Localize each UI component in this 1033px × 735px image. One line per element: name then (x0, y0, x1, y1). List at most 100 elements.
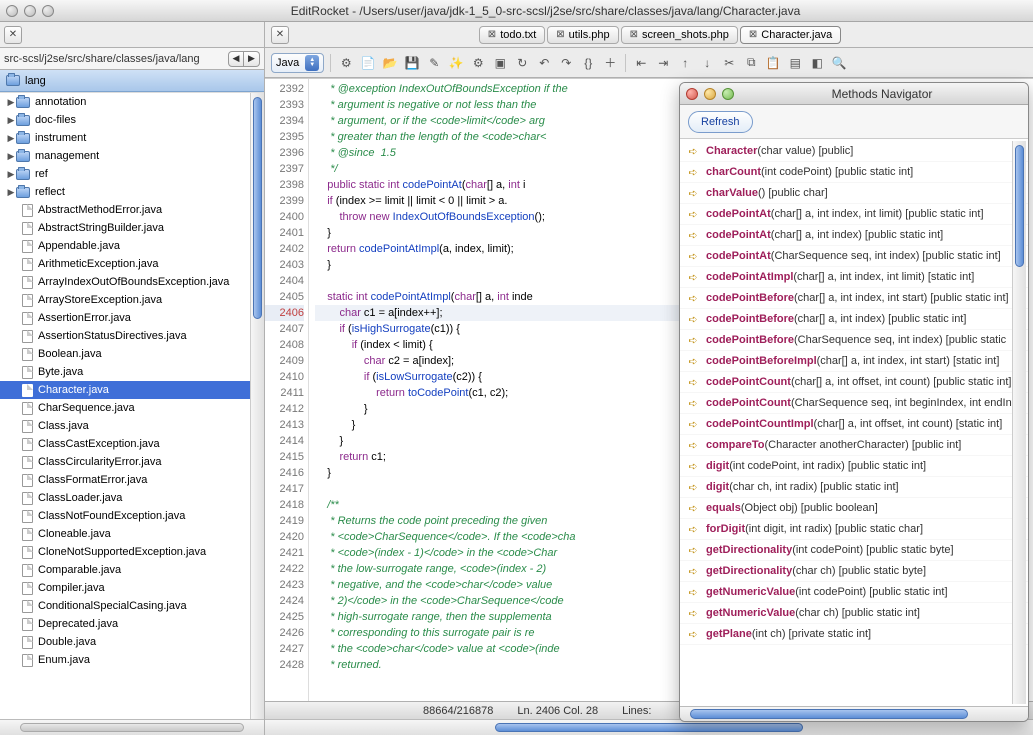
disclosure-triangle-icon[interactable]: ▶ (6, 133, 16, 144)
refresh-button[interactable]: Refresh (688, 111, 753, 133)
tree-folder[interactable]: ▶doc-files (0, 111, 264, 129)
save-icon[interactable]: 💾 (403, 54, 421, 72)
close-tab-icon[interactable]: ⊠ (556, 29, 564, 40)
indent-right-icon[interactable]: ⇥ (654, 54, 672, 72)
tree-file[interactable]: CloneNotSupportedException.java (0, 543, 264, 561)
tree-file[interactable]: AbstractStringBuilder.java (0, 219, 264, 237)
minimize-window-button[interactable] (24, 5, 36, 17)
editor-tab[interactable]: ⊠Character.java (740, 26, 841, 44)
method-row[interactable]: ➪getDirectionality(int codePoint) [publi… (680, 540, 1028, 561)
tree-folder[interactable]: ▶management (0, 147, 264, 165)
disclosure-triangle-icon[interactable]: ▶ (6, 187, 16, 198)
method-row[interactable]: ➪getDirectionality(char ch) [public stat… (680, 561, 1028, 582)
method-row[interactable]: ➪compareTo(Character anotherCharacter) [… (680, 435, 1028, 456)
window-icon[interactable]: ◧ (808, 54, 826, 72)
open-folder-icon[interactable]: 📂 (381, 54, 399, 72)
current-folder-header[interactable]: lang (0, 70, 264, 92)
tree-file[interactable]: CharSequence.java (0, 399, 264, 417)
cut-icon[interactable]: ✂ (720, 54, 738, 72)
methods-list[interactable]: ➪Character(char value) [public]➪charCoun… (680, 139, 1028, 706)
add-icon[interactable]: ＋ (601, 54, 619, 72)
tree-file[interactable]: AbstractMethodError.java (0, 201, 264, 219)
method-row[interactable]: ➪charValue() [public char] (680, 183, 1028, 204)
tree-folder[interactable]: ▶annotation (0, 93, 264, 111)
tree-file[interactable]: Comparable.java (0, 561, 264, 579)
doc-icon[interactable]: ▤ (786, 54, 804, 72)
tree-horizontal-scrollbar[interactable] (0, 719, 264, 735)
method-row[interactable]: ➪equals(Object obj) [public boolean] (680, 498, 1028, 519)
tree-file[interactable]: Class.java (0, 417, 264, 435)
tree-file[interactable]: AssertionError.java (0, 309, 264, 327)
tree-file[interactable]: Enum.java (0, 651, 264, 669)
tree-file[interactable]: AssertionStatusDirectives.java (0, 327, 264, 345)
tree-file[interactable]: ArithmeticException.java (0, 255, 264, 273)
breadcrumb-path[interactable]: src-scsl/j2se/src/share/classes/java/lan… (4, 53, 226, 65)
search-icon[interactable]: 🔍 (830, 54, 848, 72)
editor-tab[interactable]: ⊠todo.txt (479, 26, 545, 44)
tree-file[interactable]: Double.java (0, 633, 264, 651)
refresh-icon[interactable]: ↻ (513, 54, 531, 72)
method-row[interactable]: ➪codePointCountImpl(char[] a, int offset… (680, 414, 1028, 435)
gear-icon[interactable]: ⚙ (469, 54, 487, 72)
navigator-close-button[interactable] (686, 88, 698, 100)
tree-file[interactable]: Boolean.java (0, 345, 264, 363)
method-row[interactable]: ➪codePointAt(CharSequence seq, int index… (680, 246, 1028, 267)
disclosure-triangle-icon[interactable]: ▶ (6, 97, 16, 108)
method-row[interactable]: ➪digit(int codePoint, int radix) [public… (680, 456, 1028, 477)
method-row[interactable]: ➪digit(char ch, int radix) [public stati… (680, 477, 1028, 498)
method-row[interactable]: ➪charCount(int codePoint) [public static… (680, 162, 1028, 183)
method-row[interactable]: ➪codePointBefore(char[] a, int index, in… (680, 288, 1028, 309)
edit-icon[interactable]: ✎ (425, 54, 443, 72)
tree-file[interactable]: Byte.java (0, 363, 264, 381)
method-row[interactable]: ➪getNumericValue(char ch) [public static… (680, 603, 1028, 624)
disclosure-triangle-icon[interactable]: ▶ (6, 151, 16, 162)
navigator-vertical-scrollbar[interactable] (1012, 141, 1026, 704)
method-row[interactable]: ➪codePointCount(char[] a, int offset, in… (680, 372, 1028, 393)
tree-folder[interactable]: ▶reflect (0, 183, 264, 201)
method-row[interactable]: ➪codePointAt(char[] a, int index, int li… (680, 204, 1028, 225)
tree-file[interactable]: Compiler.java (0, 579, 264, 597)
method-row[interactable]: ➪codePointAt(char[] a, int index) [publi… (680, 225, 1028, 246)
editor-tab[interactable]: ⊠screen_shots.php (621, 26, 738, 44)
copy-icon[interactable]: ⧉ (742, 54, 760, 72)
tree-file[interactable]: ClassCircularityError.java (0, 453, 264, 471)
close-window-button[interactable] (6, 5, 18, 17)
close-tab-icon[interactable]: ⊠ (630, 29, 638, 40)
editor-tab[interactable]: ⊠utils.php (547, 26, 618, 44)
method-row[interactable]: ➪Character(char value) [public] (680, 141, 1028, 162)
zoom-window-button[interactable] (42, 5, 54, 17)
braces-icon[interactable]: {} (579, 54, 597, 72)
method-row[interactable]: ➪codePointBefore(char[] a, int index) [p… (680, 309, 1028, 330)
paste-icon[interactable]: 📋 (764, 54, 782, 72)
tree-file[interactable]: ClassCastException.java (0, 435, 264, 453)
disclosure-triangle-icon[interactable]: ▶ (6, 169, 16, 180)
disclosure-triangle-icon[interactable]: ▶ (6, 115, 16, 126)
file-tree[interactable]: ▶annotation▶doc-files▶instrument▶managem… (0, 92, 264, 719)
close-tab-icon[interactable]: ⊠ (749, 29, 757, 40)
close-tab-icon[interactable]: ⊠ (488, 29, 496, 40)
tree-file[interactable]: ArrayIndexOutOfBoundsException.java (0, 273, 264, 291)
tree-file[interactable]: ClassNotFoundException.java (0, 507, 264, 525)
tool-icon-1[interactable]: ⚙ (337, 54, 355, 72)
close-editor-icon[interactable]: ✕ (271, 26, 289, 44)
indent-left-icon[interactable]: ⇤ (632, 54, 650, 72)
box-icon[interactable]: ▣ (491, 54, 509, 72)
undo-icon[interactable]: ↶ (535, 54, 553, 72)
tree-file[interactable]: ArrayStoreException.java (0, 291, 264, 309)
navigator-horizontal-scrollbar[interactable] (680, 706, 1028, 721)
tree-file[interactable]: ConditionalSpecialCasing.java (0, 597, 264, 615)
redo-icon[interactable]: ↷ (557, 54, 575, 72)
tree-folder[interactable]: ▶ref (0, 165, 264, 183)
close-panel-icon[interactable]: ✕ (4, 26, 22, 44)
method-row[interactable]: ➪codePointBeforeImpl(char[] a, int index… (680, 351, 1028, 372)
language-selector[interactable]: Java ▲▼ (271, 53, 324, 73)
tree-file[interactable]: Character.java (0, 381, 264, 399)
method-row[interactable]: ➪codePointBefore(CharSequence seq, int i… (680, 330, 1028, 351)
arrow-up-icon[interactable]: ↑ (676, 54, 694, 72)
method-row[interactable]: ➪getNumericValue(int codePoint) [public … (680, 582, 1028, 603)
tree-vertical-scrollbar[interactable] (250, 93, 264, 719)
wand-icon[interactable]: ✨ (447, 54, 465, 72)
new-file-icon[interactable]: 📄 (359, 54, 377, 72)
method-row[interactable]: ➪codePointCount(CharSequence seq, int be… (680, 393, 1028, 414)
method-row[interactable]: ➪codePointAtImpl(char[] a, int index, in… (680, 267, 1028, 288)
